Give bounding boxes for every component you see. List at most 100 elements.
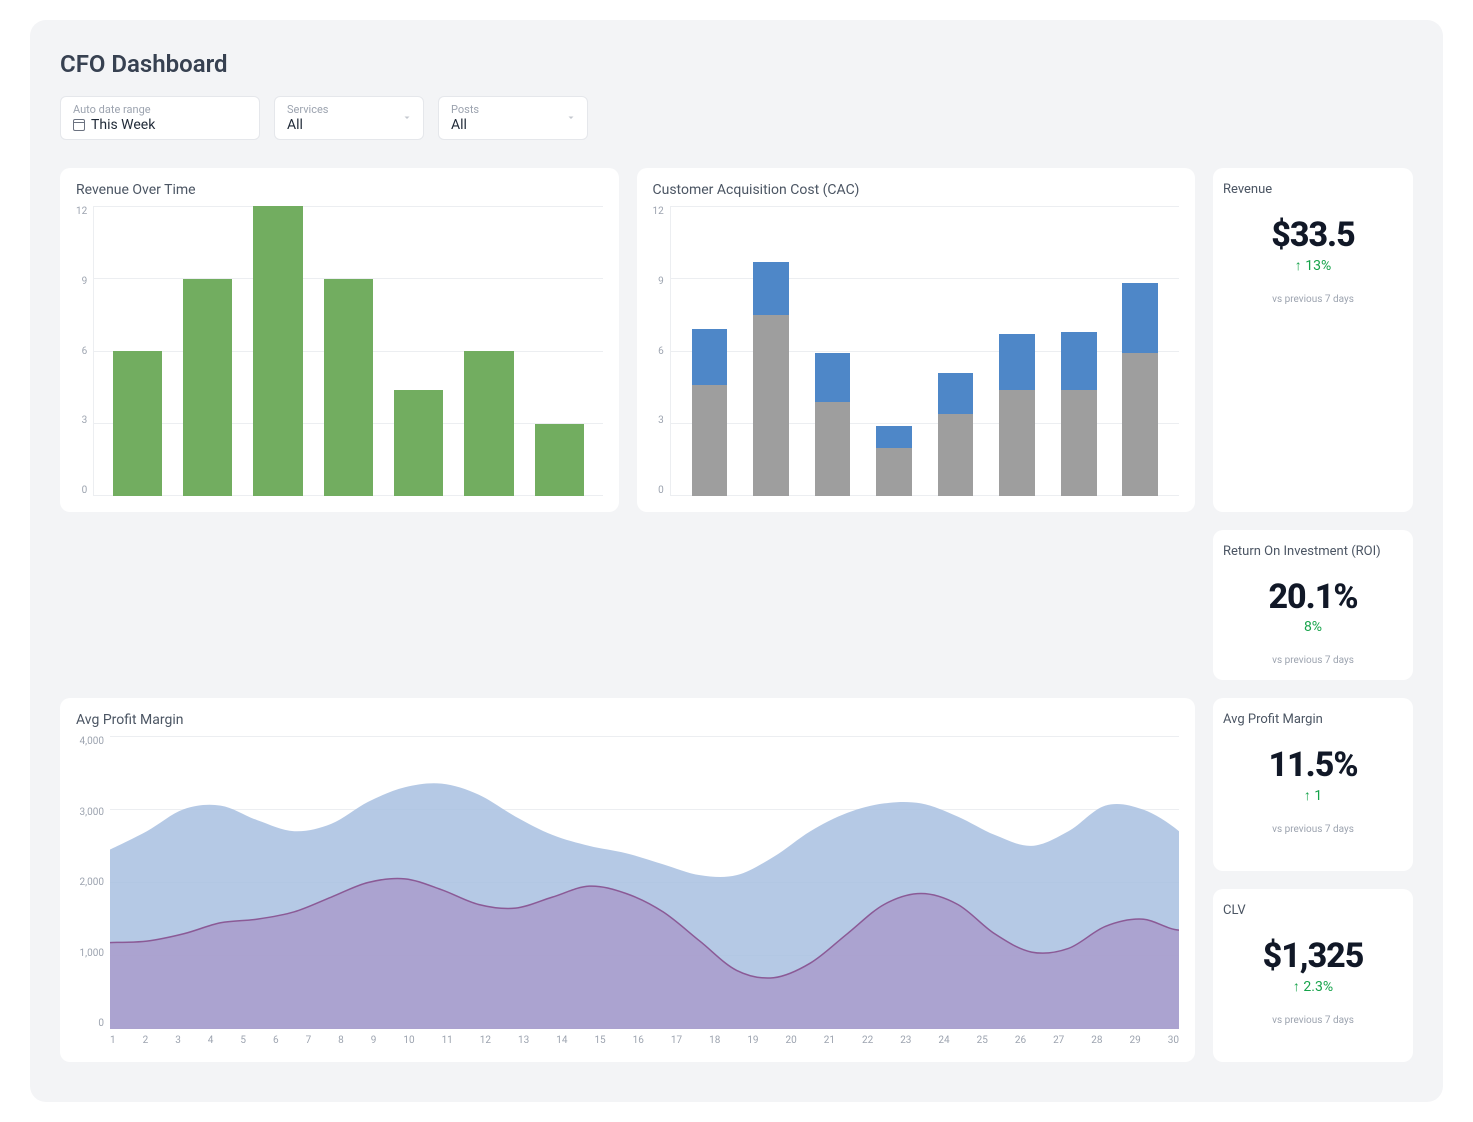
x-tick: 28 <box>1091 1035 1102 1046</box>
area-svg <box>110 736 1179 1029</box>
kpi-delta: 2.3% <box>1223 978 1403 995</box>
bars <box>94 206 602 496</box>
bar[interactable] <box>464 206 513 496</box>
bar-slot <box>740 206 802 496</box>
kpi-sub: vs previous 7 days <box>1223 1015 1403 1026</box>
stacked-bar[interactable] <box>753 206 789 496</box>
stacked-bar[interactable] <box>1061 206 1097 496</box>
x-tick: 16 <box>633 1035 644 1046</box>
kpi-sub: vs previous 7 days <box>1223 824 1403 835</box>
kpi-title: Return On Investment (ROI) <box>1223 544 1403 559</box>
stacked-bar[interactable] <box>692 206 728 496</box>
bar-segment-base <box>815 402 851 496</box>
card-avg-profit-margin-chart: Avg Profit Margin 4,000 3,000 2,000 1,00… <box>60 698 1195 1062</box>
y-tick: 1,000 <box>76 948 104 959</box>
kpi-value: 20.1% <box>1223 577 1403 617</box>
x-tick: 11 <box>442 1035 453 1046</box>
bar-slot <box>243 206 313 496</box>
y-axis: 12 9 6 3 0 <box>653 206 670 496</box>
bar[interactable] <box>394 206 443 496</box>
kpi-title: CLV <box>1223 903 1403 918</box>
x-tick: 21 <box>824 1035 835 1046</box>
y-tick: 0 <box>76 485 87 496</box>
stacked-bar[interactable] <box>815 206 851 496</box>
kpi-avg-profit-margin: Avg Profit Margin 11.5% 1 vs previous 7 … <box>1213 698 1413 871</box>
filter-date-text: This Week <box>91 117 155 133</box>
stacked-bar[interactable] <box>999 206 1035 496</box>
filter-date-range[interactable]: Auto date range This Week <box>60 96 260 140</box>
bar-segment-top <box>815 353 851 401</box>
plot-area <box>110 736 1179 1029</box>
bar-slot <box>1109 206 1171 496</box>
bar-slot <box>802 206 864 496</box>
bar[interactable] <box>113 206 162 496</box>
x-tick: 29 <box>1130 1035 1141 1046</box>
bar[interactable] <box>183 206 232 496</box>
x-tick: 15 <box>594 1035 605 1046</box>
bar-slot <box>679 206 741 496</box>
y-tick: 4,000 <box>76 736 104 747</box>
bar-slot <box>863 206 925 496</box>
bar-slot <box>173 206 243 496</box>
bar-slot <box>102 206 172 496</box>
avg-profit-margin-chart: 4,000 3,000 2,000 1,000 0 12345678910111… <box>76 736 1179 1046</box>
bar-segment-base <box>692 385 728 496</box>
bar[interactable] <box>535 206 584 496</box>
bar-segment <box>324 279 373 497</box>
bar-segment-base <box>876 448 912 496</box>
x-tick: 5 <box>240 1035 246 1046</box>
bar-slot <box>384 206 454 496</box>
x-tick: 4 <box>208 1035 214 1046</box>
x-tick: 26 <box>1015 1035 1026 1046</box>
y-tick: 2,000 <box>76 877 104 888</box>
chart-title: Customer Acquisition Cost (CAC) <box>653 182 1180 198</box>
kpi-title: Revenue <box>1223 182 1403 197</box>
stacked-bar[interactable] <box>1122 206 1158 496</box>
filters-row: Auto date range This Week Services All P… <box>60 96 1413 140</box>
x-tick: 7 <box>306 1035 312 1046</box>
y-tick: 3,000 <box>76 807 104 818</box>
bar-segment-top <box>1061 332 1097 390</box>
stacked-bar[interactable] <box>938 206 974 496</box>
y-tick: 9 <box>653 276 664 287</box>
kpi-title: Avg Profit Margin <box>1223 712 1403 727</box>
x-axis: 1234567891011121314151617181920212223242… <box>76 1029 1179 1046</box>
filter-value: All <box>287 117 411 133</box>
bar-segment <box>394 390 443 496</box>
bar-segment-base <box>753 315 789 496</box>
bar-slot <box>313 206 383 496</box>
y-tick: 6 <box>653 346 664 357</box>
x-tick: 8 <box>338 1035 344 1046</box>
plot-area <box>93 206 602 496</box>
bar-slot <box>925 206 987 496</box>
kpi-sub: vs previous 7 days <box>1223 655 1403 666</box>
x-tick: 10 <box>403 1035 414 1046</box>
kpi-value: $33.5 <box>1223 215 1403 255</box>
x-tick: 20 <box>786 1035 797 1046</box>
chart-title: Avg Profit Margin <box>76 712 1179 728</box>
chart-title: Revenue Over Time <box>76 182 603 198</box>
filter-services[interactable]: Services All <box>274 96 424 140</box>
bar[interactable] <box>253 206 302 496</box>
kpi-value: 11.5% <box>1223 745 1403 785</box>
x-tick: 30 <box>1168 1035 1179 1046</box>
revenue-over-time-chart: 12 9 6 3 0 <box>76 206 603 496</box>
bar-slot <box>986 206 1048 496</box>
filter-value: All <box>451 117 575 133</box>
x-tick: 24 <box>938 1035 949 1046</box>
x-tick: 12 <box>480 1035 491 1046</box>
x-tick: 14 <box>556 1035 567 1046</box>
filter-label: Posts <box>451 103 575 116</box>
plot-area <box>670 206 1179 496</box>
chevron-down-icon <box>401 109 413 128</box>
bar[interactable] <box>324 206 373 496</box>
bars <box>671 206 1179 496</box>
filter-posts[interactable]: Posts All <box>438 96 588 140</box>
kpi-sub: vs previous 7 days <box>1223 294 1403 305</box>
x-tick: 2 <box>143 1035 149 1046</box>
bar-segment-top <box>753 262 789 315</box>
stacked-bar[interactable] <box>876 206 912 496</box>
y-tick: 6 <box>76 346 87 357</box>
y-tick: 12 <box>653 206 664 217</box>
x-tick: 9 <box>371 1035 377 1046</box>
